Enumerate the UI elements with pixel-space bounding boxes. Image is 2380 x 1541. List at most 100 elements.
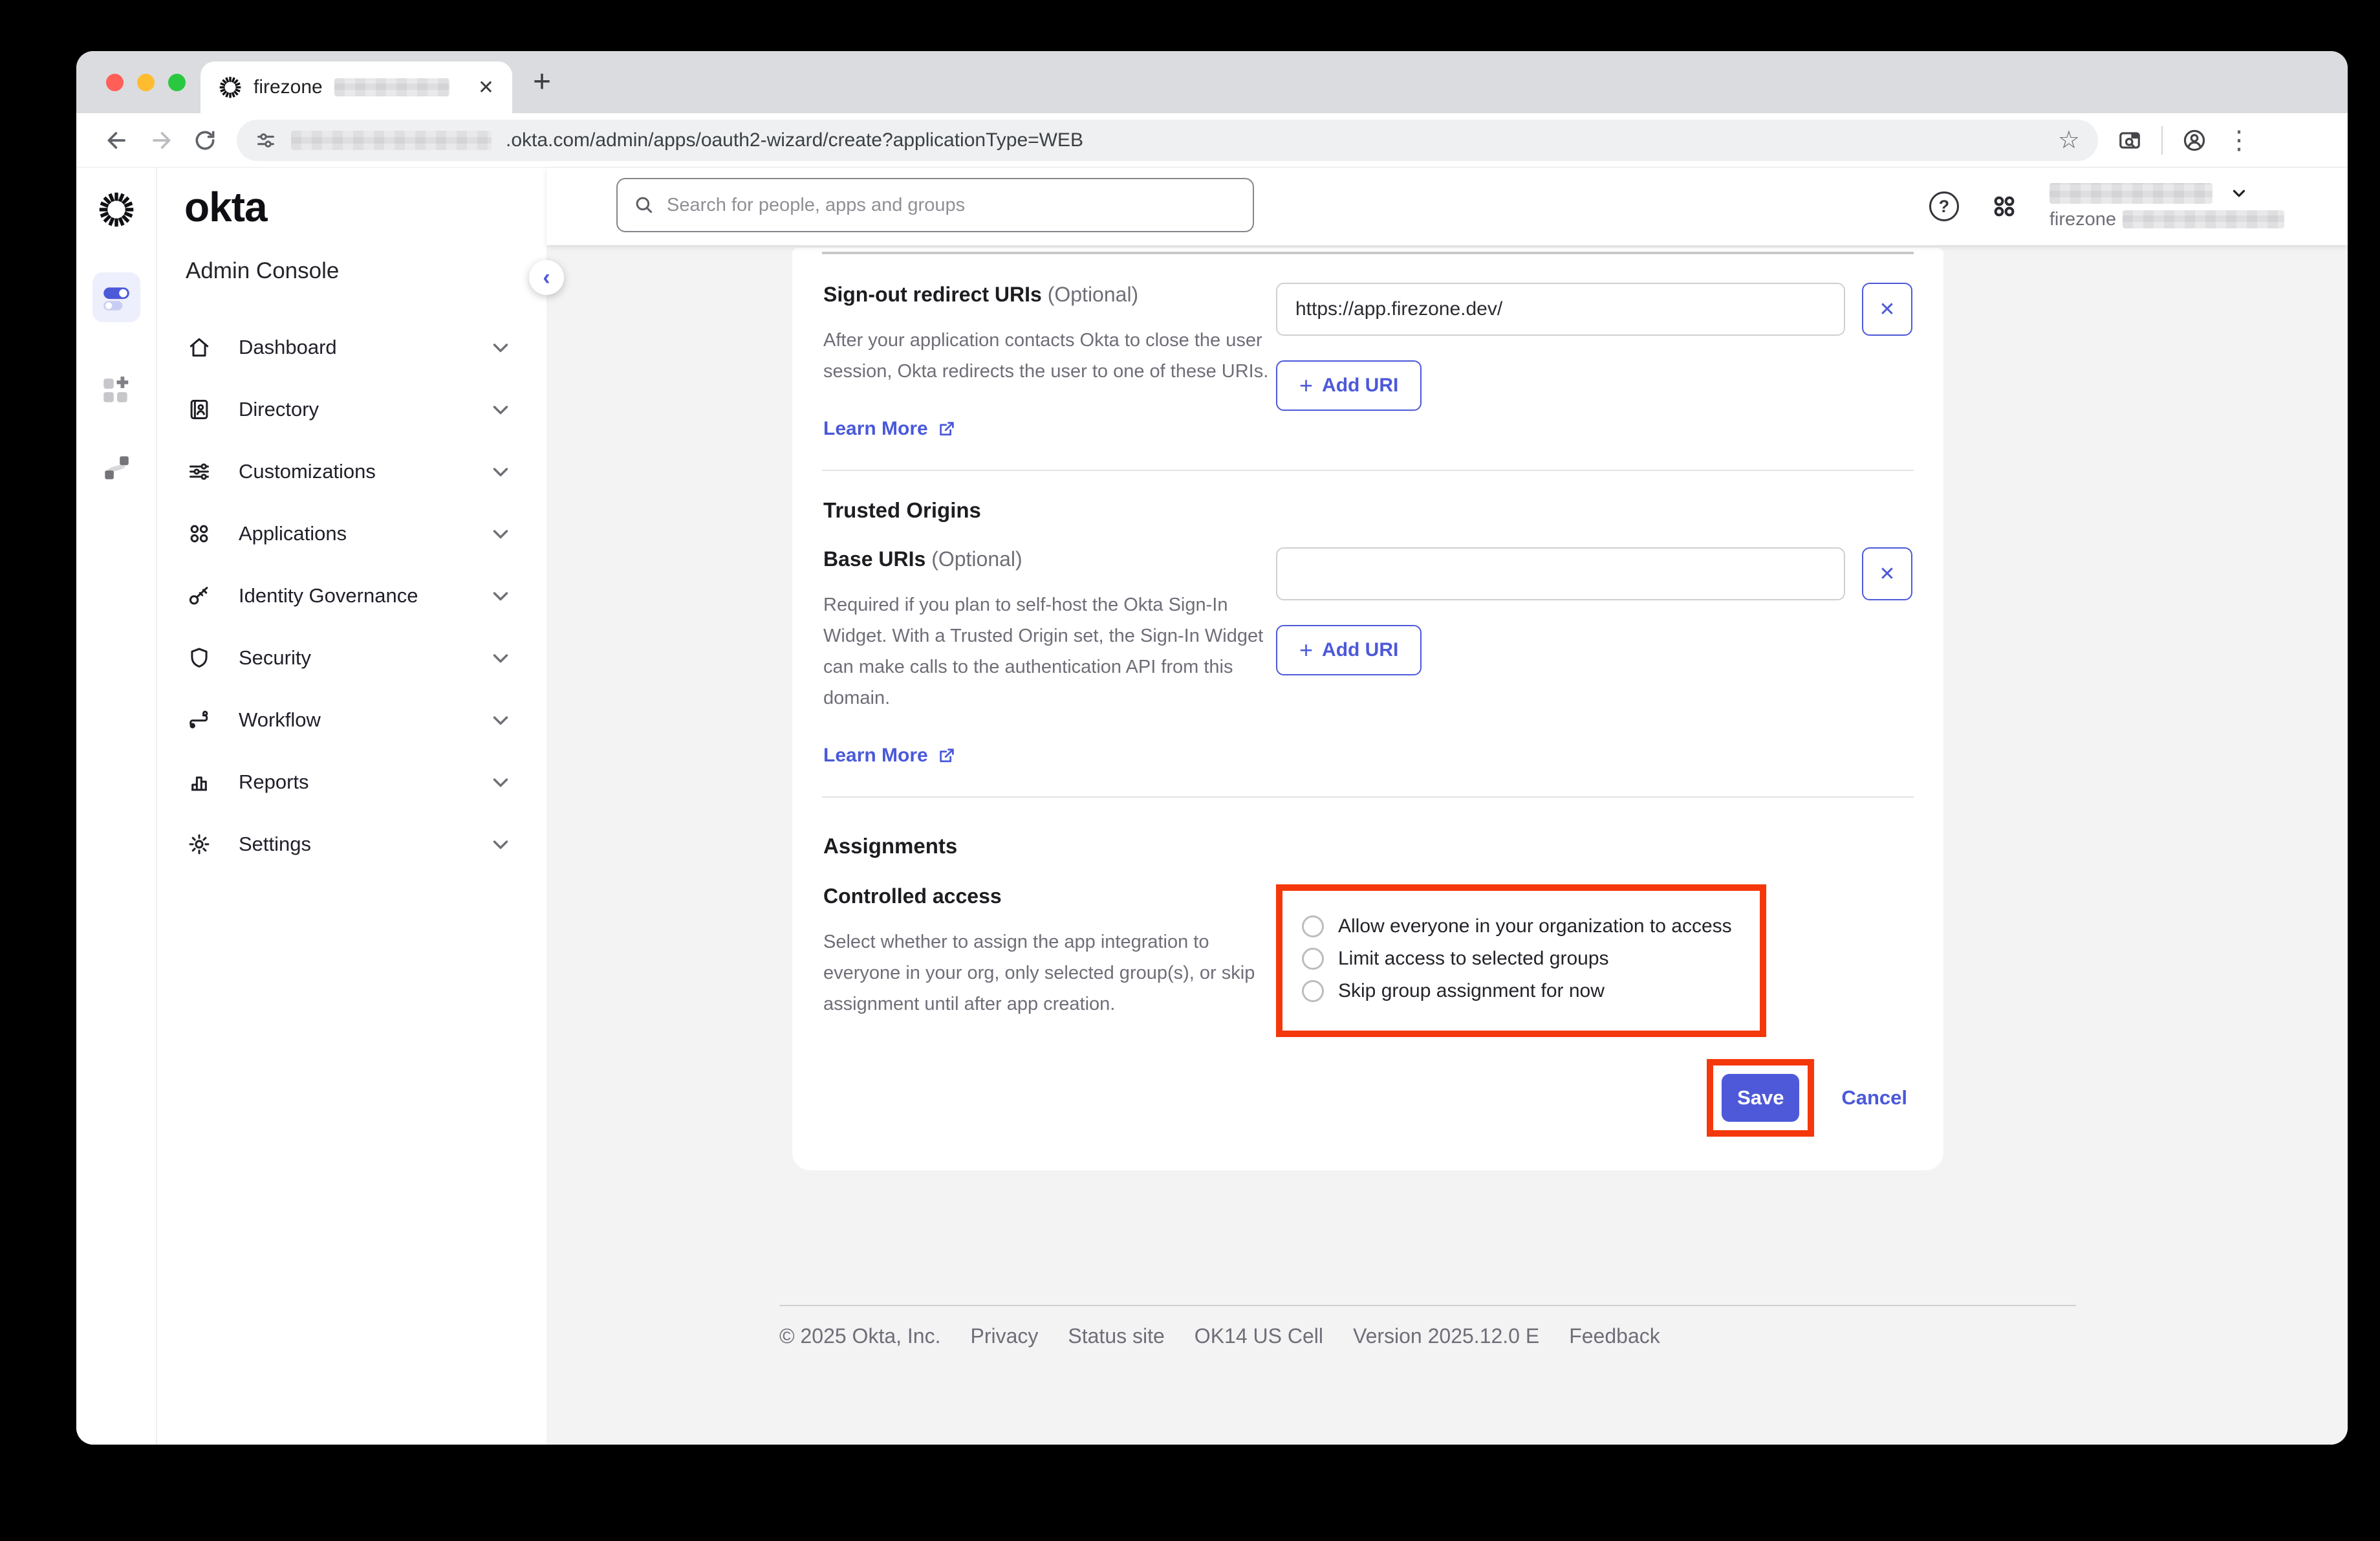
forward-icon[interactable] [149, 128, 173, 153]
sidebar-nav: Dashboard Directory Customizations Appli… [157, 316, 546, 875]
sidebar-item-label: Customizations [239, 460, 488, 483]
sidebar-item-directory[interactable]: Directory [157, 378, 546, 441]
url-domain-redacted [291, 131, 492, 150]
sidebar-item-customizations[interactable]: Customizations [157, 441, 546, 503]
app-switcher-icon[interactable] [1989, 191, 2020, 222]
left-icon-rail [76, 168, 157, 1445]
sidebar-item-label: Directory [239, 398, 488, 421]
signout-learn-more-link[interactable]: Learn More [823, 418, 1276, 440]
browser-tab[interactable]: firezone ✕ [200, 61, 512, 113]
save-button[interactable]: Save [1722, 1074, 1799, 1122]
header-right-cluster: ? firezone [1929, 168, 2284, 245]
chevron-down-icon [488, 459, 513, 484]
radio-button[interactable] [1302, 948, 1324, 970]
external-link-icon [937, 419, 957, 439]
search-input[interactable] [667, 195, 1237, 216]
account-menu[interactable]: firezone [2050, 183, 2284, 230]
add-uri-label: Add URI [1322, 639, 1398, 661]
main-content-area: ? firezone [546, 168, 2348, 1445]
add-apps-icon[interactable] [100, 375, 133, 407]
optional-tag: (Optional) [931, 547, 1022, 571]
sidebar-collapse-button[interactable]: ‹ [529, 260, 564, 295]
site-settings-icon[interactable] [255, 129, 277, 151]
url-bar[interactable]: .okta.com/admin/apps/oauth2-wizard/creat… [237, 120, 2098, 161]
browser-menu-icon[interactable]: ⋮ [2226, 126, 2252, 155]
new-tab-button[interactable]: + [533, 64, 551, 100]
footer-cell-label: OK14 US Cell [1195, 1324, 1323, 1348]
admin-top-bar: ? firezone [546, 168, 2348, 245]
sidebar-item-security[interactable]: Security [157, 627, 546, 689]
section-divider [822, 470, 1914, 471]
sidebar-item-settings[interactable]: Settings [157, 813, 546, 875]
footer-version-label: Version 2025.12.0 E [1353, 1324, 1539, 1348]
base-uris-learn-more-link[interactable]: Learn More [823, 745, 1276, 767]
footer-link-privacy[interactable]: Privacy [970, 1324, 1038, 1348]
footer-link-feedback[interactable]: Feedback [1569, 1324, 1660, 1348]
sidebar-item-identity-governance[interactable]: Identity Governance [157, 565, 546, 627]
minimize-window-button[interactable] [137, 74, 155, 91]
base-uris-label: Base URIs (Optional) [823, 547, 1276, 571]
sidebar-item-reports[interactable]: Reports [157, 751, 546, 813]
help-icon[interactable]: ? [1929, 191, 1959, 221]
org-domain-redacted [2123, 210, 2284, 228]
add-signout-uri-button[interactable]: + Add URI [1276, 360, 1422, 411]
assignments-heading: Assignments [823, 834, 1912, 858]
sliders-icon [187, 459, 211, 484]
radio-button[interactable] [1302, 915, 1324, 937]
global-search[interactable] [616, 178, 1254, 232]
sidebar-item-label: Settings [239, 833, 488, 856]
add-base-uri-button[interactable]: + Add URI [1276, 625, 1422, 675]
maximize-window-button[interactable] [168, 74, 186, 91]
tab-title: firezone [254, 76, 323, 98]
rail-item-admin-console-active[interactable] [92, 272, 140, 322]
controlled-access-annotation-box: Allow everyone in your organization to a… [1276, 884, 1766, 1037]
traffic-lights [106, 74, 186, 91]
account-name-redacted [2050, 183, 2212, 204]
signout-redirect-section: Sign-out redirect URIs (Optional) After … [792, 254, 1943, 470]
sidebar-item-dashboard[interactable]: Dashboard [157, 316, 546, 378]
radio-option-limit-groups[interactable]: Limit access to selected groups [1302, 943, 1740, 975]
cancel-button[interactable]: Cancel [1841, 1086, 1907, 1109]
trusted-origins-heading: Trusted Origins [823, 498, 1912, 523]
sidebar-item-workflow[interactable]: Workflow [157, 689, 546, 751]
save-annotation-box: Save [1707, 1059, 1814, 1137]
reload-icon[interactable] [193, 128, 217, 153]
back-icon[interactable] [105, 128, 129, 153]
shield-icon [187, 646, 211, 670]
key-icon [187, 584, 211, 608]
radio-button[interactable] [1302, 980, 1324, 1002]
controlled-access-label-text: Controlled access [823, 884, 1002, 908]
workflow-connector-icon[interactable] [100, 451, 133, 483]
tab-title-redacted [334, 78, 449, 96]
base-uri-input[interactable] [1276, 547, 1845, 600]
remove-base-uri-button[interactable]: ✕ [1862, 547, 1912, 600]
sidebar-item-applications[interactable]: Applications [157, 503, 546, 565]
bookmark-star-icon[interactable]: ☆ [2058, 126, 2080, 155]
signout-uri-input[interactable] [1276, 283, 1845, 336]
sidebar-item-label: Reports [239, 770, 488, 794]
optional-tag: (Optional) [1048, 283, 1139, 306]
radio-option-skip-assignment[interactable]: Skip group assignment for now [1302, 975, 1740, 1007]
search-tabs-icon[interactable] [2117, 128, 2142, 153]
learn-more-label: Learn More [823, 745, 928, 767]
plus-icon: + [1299, 372, 1313, 399]
radio-option-allow-everyone[interactable]: Allow everyone in your organization to a… [1302, 910, 1740, 943]
workflow-icon [187, 708, 211, 732]
tab-close-icon[interactable]: ✕ [478, 76, 494, 99]
app-integration-form-card: Sign-out redirect URIs (Optional) After … [792, 248, 1943, 1170]
profile-avatar-icon[interactable] [2182, 128, 2207, 153]
sidebar-item-label: Applications [239, 522, 488, 545]
close-window-button[interactable] [106, 74, 124, 91]
footer-link-status-site[interactable]: Status site [1068, 1324, 1164, 1348]
form-actions: Save Cancel [792, 1046, 1943, 1170]
controlled-access-section: Controlled access Select whether to assi… [792, 858, 1943, 1046]
chevron-down-icon [2229, 184, 2249, 203]
radio-label: Allow everyone in your organization to a… [1338, 915, 1732, 937]
sidebar-item-label: Security [239, 646, 488, 670]
chevron-down-icon [488, 646, 513, 670]
sidebar-item-label: Dashboard [239, 336, 488, 359]
remove-signout-uri-button[interactable]: ✕ [1862, 283, 1912, 336]
sidebar-item-label: Identity Governance [239, 584, 488, 607]
sidebar-item-label: Workflow [239, 708, 488, 732]
toggles-icon [100, 281, 133, 314]
